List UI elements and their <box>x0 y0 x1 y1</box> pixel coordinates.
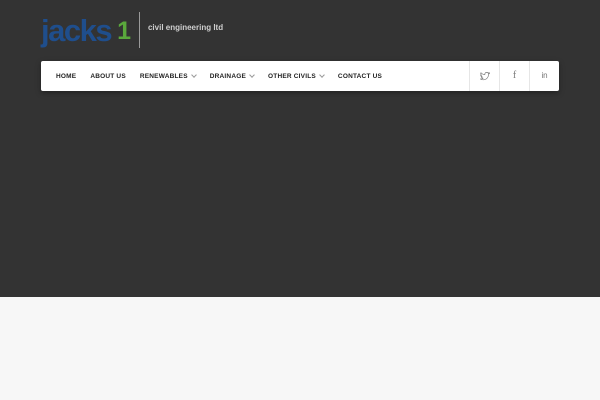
logo-wordmark: jacks <box>41 12 113 48</box>
nav-item-renewables[interactable]: Renewables <box>139 72 197 80</box>
facebook-link[interactable]: f <box>499 61 529 91</box>
nav-item-label: Other Civils <box>268 72 316 80</box>
logo-number: 1 <box>117 16 131 45</box>
twitter-icon <box>479 71 490 80</box>
nav-item-label: Renewables <box>139 72 188 80</box>
nav-menu: Home About Us Renewables Drainage Other … <box>41 61 469 91</box>
logo-divider <box>138 12 140 48</box>
nav-item-drainage[interactable]: Drainage <box>209 72 255 80</box>
chevron-down-icon <box>249 72 255 78</box>
site-logo[interactable]: jacks 1 civil engineering ltd <box>41 12 223 48</box>
nav-item-label: About Us <box>90 72 126 80</box>
nav-item-home[interactable]: Home <box>56 73 76 80</box>
chevron-down-icon <box>190 72 197 78</box>
nav-item-about-us[interactable]: About Us <box>90 73 126 80</box>
nav-item-label: Drainage <box>209 72 247 80</box>
page: jacks 1 civil engineering ltd Home About… <box>0 0 600 400</box>
social-links: f in <box>469 61 559 91</box>
facebook-icon: f <box>512 70 517 81</box>
hero-banner: jacks 1 civil engineering ltd Home About… <box>0 0 600 297</box>
linkedin-icon: in <box>541 71 548 80</box>
twitter-link[interactable] <box>469 61 499 91</box>
nav-item-other-civils[interactable]: Other Civils <box>268 72 325 80</box>
main-navigation: Home About Us Renewables Drainage Other … <box>41 61 559 91</box>
nav-item-label: Home <box>56 72 77 80</box>
nav-item-contact-us[interactable]: Contact Us <box>338 73 382 80</box>
nav-item-label: Contact Us <box>337 72 383 80</box>
logo-tagline: civil engineering ltd <box>147 22 224 32</box>
chevron-down-icon <box>319 72 325 78</box>
content-area <box>0 297 600 400</box>
linkedin-link[interactable]: in <box>529 61 559 91</box>
